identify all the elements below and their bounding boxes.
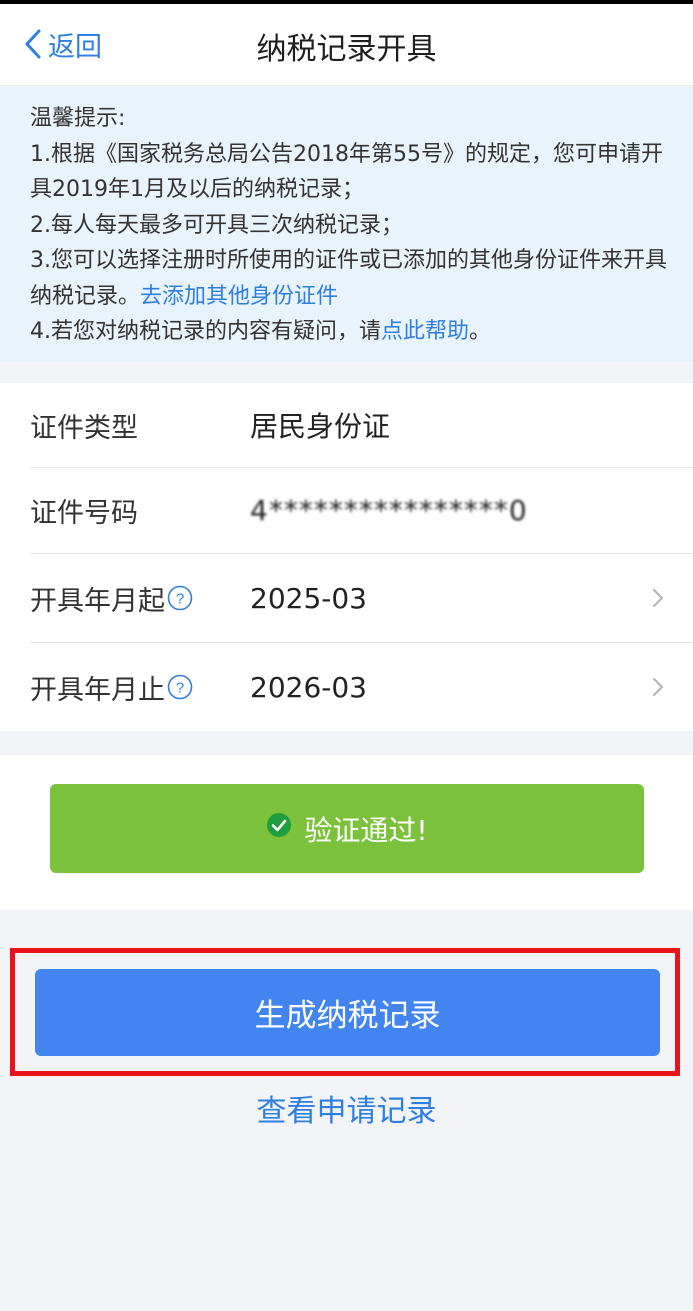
end-month-label: 开具年月止 xyxy=(30,674,165,706)
tips-line-4-text: 4.若您对纳税记录的内容有疑问，请 xyxy=(30,319,381,344)
chevron-right-icon xyxy=(651,587,665,613)
tips-heading: 温馨提示: xyxy=(30,106,126,131)
start-month-row[interactable]: 开具年月起 ? 2025-03 xyxy=(30,554,693,643)
end-month-row[interactable]: 开具年月止 ? 2026-03 xyxy=(30,643,693,731)
add-identity-link[interactable]: 去添加其他身份证件 xyxy=(140,284,338,309)
end-month-value: 2026-03 xyxy=(250,670,367,704)
svg-text:?: ? xyxy=(176,591,184,608)
tips-line-3: 3.您可以选择注册时所使用的证件或已添加的其他身份证件来开具纳税记录。去添加其他… xyxy=(30,243,667,314)
question-circle-icon[interactable]: ? xyxy=(167,585,193,611)
page-title: 纳税记录开具 xyxy=(256,32,437,67)
chevron-right-icon xyxy=(651,676,665,702)
verification-label: 验证通过! xyxy=(304,813,428,847)
id-number-row: 证件号码 4****************0 xyxy=(30,468,693,554)
id-type-value: 居民身份证 xyxy=(250,410,391,443)
tips-line-4: 4.若您对纳税记录的内容有疑问，请点此帮助。 xyxy=(30,314,667,350)
start-month-label-wrap: 开具年月起 ? xyxy=(30,579,250,618)
check-circle-icon xyxy=(266,812,292,845)
id-type-label: 证件类型 xyxy=(30,412,138,444)
svg-text:?: ? xyxy=(176,680,184,697)
navigation-bar: 返回 纳税记录开具 xyxy=(0,4,693,86)
tips-line-4-end: 。 xyxy=(469,319,492,344)
tips-line-2: 2.每人每天最多可开具三次纳税记录； xyxy=(30,212,403,238)
verification-status-button: 验证通过! xyxy=(50,784,644,873)
question-circle-icon[interactable]: ? xyxy=(167,674,193,700)
tips-line-1: 1.根据《国家税务总局公告2018年第55号》的规定，您可申请开具2019年1月… xyxy=(30,141,663,203)
help-link[interactable]: 点此帮助 xyxy=(381,319,469,344)
id-number-value: 4****************0 xyxy=(250,494,528,527)
end-month-label-wrap: 开具年月止 ? xyxy=(30,668,250,707)
id-number-label: 证件号码 xyxy=(30,498,138,529)
start-month-label: 开具年月起 xyxy=(30,585,165,617)
generate-record-button[interactable]: 生成纳税记录 xyxy=(35,969,660,1056)
tips-panel: 温馨提示: 1.根据《国家税务总局公告2018年第55号》的规定，您可申请开具2… xyxy=(0,87,693,361)
verification-section: 验证通过! xyxy=(0,755,693,910)
start-month-value: 2025-03 xyxy=(250,581,367,615)
record-form: 证件类型 居民身份证 证件号码 4****************0 开具年月起… xyxy=(0,383,693,731)
id-type-row: 证件类型 居民身份证 xyxy=(30,383,693,468)
view-records-link[interactable]: 查看申请记录 xyxy=(0,1086,693,1130)
tips-line-3-text: 3.您可以选择注册时所使用的证件或已添加的其他身份证件来开具纳税记录。 xyxy=(30,248,667,309)
